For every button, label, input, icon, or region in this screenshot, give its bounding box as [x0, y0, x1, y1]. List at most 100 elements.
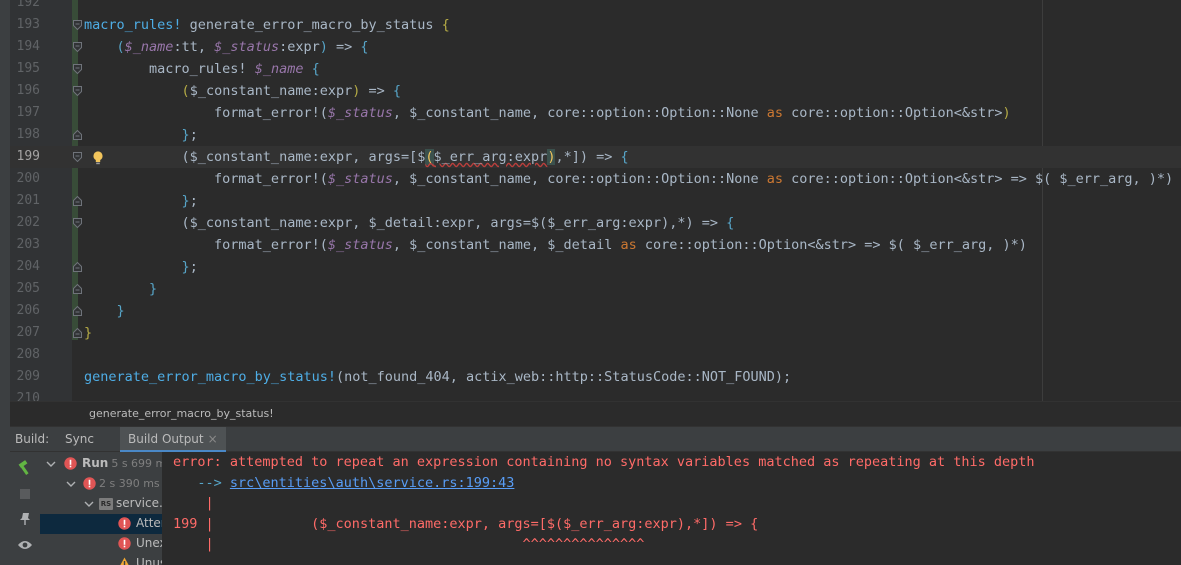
fold-close-icon[interactable]	[73, 306, 82, 316]
tree-item-error[interactable]: Unexpected	[40, 534, 162, 554]
code-line[interactable]: 197 format_error!($_status, $_constant_n…	[0, 102, 1181, 124]
code-line[interactable]: 205 }	[0, 278, 1181, 300]
code-text[interactable]: macro_rules! generate_error_macro_by_sta…	[84, 14, 450, 36]
code-line[interactable]: 209 generate_error_macro_by_status!(not_f…	[0, 366, 1181, 388]
stop-icon[interactable]	[15, 484, 35, 504]
rust-file-icon: RS	[99, 498, 113, 510]
code-text[interactable]: };	[84, 190, 198, 212]
line-number[interactable]: 200	[10, 168, 40, 190]
line-number[interactable]: 206	[10, 300, 40, 322]
code-line[interactable]: 208	[0, 344, 1181, 366]
code-text[interactable]: format_error!($_status, $_constant_name,…	[84, 168, 1173, 190]
fold-close-icon[interactable]	[73, 262, 82, 272]
line-number[interactable]: 202	[10, 212, 40, 234]
code-line[interactable]: 207}	[0, 322, 1181, 344]
line-number[interactable]: 205	[10, 278, 40, 300]
code-text[interactable]: ($_constant_name:expr, $_detail:expr, ar…	[84, 212, 735, 234]
tab-sync[interactable]: Sync	[57, 427, 102, 452]
code-line[interactable]: 196 ($_constant_name:expr) => {	[0, 80, 1181, 102]
code-line[interactable]: 199 ($_constant_name:expr, args=[$($_err…	[0, 146, 1181, 168]
code-line[interactable]: 203 format_error!($_status, $_constant_n…	[0, 234, 1181, 256]
code-line[interactable]: 206 }	[0, 300, 1181, 322]
build-console[interactable]: error: attempted to repeat an expression…	[162, 452, 1181, 565]
line-number[interactable]: 197	[10, 102, 40, 124]
line-number[interactable]: 210	[10, 388, 40, 401]
code-editor[interactable]: 192 193 macro_rules! generate_error_macro_…	[0, 0, 1181, 401]
code-line[interactable]: 193 macro_rules! generate_error_macro_by_…	[0, 14, 1181, 36]
chevron-down-icon[interactable]	[46, 459, 56, 469]
code-line[interactable]: 198 };	[0, 124, 1181, 146]
code-text[interactable]: ($_name:tt, $_status:expr) => {	[84, 36, 369, 58]
code-text[interactable]: ($_constant_name:expr, args=[$($_err_arg…	[84, 146, 629, 168]
code-line[interactable]: 194 ($_name:tt, $_status:expr) => {	[0, 36, 1181, 58]
breadcrumb-item[interactable]: generate_error_macro_by_status!	[89, 407, 274, 420]
line-number[interactable]: 203	[10, 234, 40, 256]
code-line[interactable]: 210	[0, 388, 1181, 401]
error-location-link[interactable]: src\entities\auth\service.rs:199:43	[230, 475, 514, 491]
code-text[interactable]: ($_constant_name:expr) => {	[84, 80, 402, 102]
line-number[interactable]: 192	[10, 0, 40, 14]
line-number[interactable]: 204	[10, 256, 40, 278]
hammer-icon[interactable]	[15, 458, 35, 478]
tree-item-run[interactable]: Run5 s 699 ms	[40, 454, 162, 474]
tab-build-output[interactable]: Build Output ×	[120, 427, 226, 452]
line-number[interactable]: 193	[10, 14, 40, 36]
chevron-down-icon[interactable]	[66, 479, 76, 489]
fold-open-icon[interactable]	[73, 20, 82, 30]
code-text[interactable]: generate_error_macro_by_status!(not_foun…	[84, 366, 791, 388]
fold-close-icon[interactable]	[73, 284, 82, 294]
fold-close-icon[interactable]	[73, 130, 82, 140]
code-line[interactable]: 202 ($_constant_name:expr, $_detail:expr…	[0, 212, 1181, 234]
line-number[interactable]: 194	[10, 36, 40, 58]
code-line[interactable]: 195 macro_rules! $_name {	[0, 58, 1181, 80]
code-text[interactable]: format_error!($_status, $_constant_name,…	[84, 234, 1027, 256]
line-number[interactable]: 209	[10, 366, 40, 388]
eye-icon[interactable]	[15, 535, 35, 555]
code-text[interactable]: format_error!($_status, $_constant_name,…	[84, 102, 1011, 124]
error-icon	[118, 517, 131, 530]
tree-item-compile[interactable]: 2 s 390 ms	[40, 474, 162, 494]
code-text[interactable]: }	[84, 300, 125, 322]
breadcrumb[interactable]: generate_error_macro_by_status!	[0, 401, 1181, 426]
fold-open-icon[interactable]	[73, 42, 82, 52]
code-line[interactable]: 204 };	[0, 256, 1181, 278]
line-number[interactable]: 207	[10, 322, 40, 344]
build-tree[interactable]: Run5 s 699 ms 2 s 390 ms RS service.rs A…	[40, 452, 162, 565]
line-number[interactable]: 208	[10, 344, 40, 366]
tree-item-label: Attempted	[136, 516, 162, 530]
code-text[interactable]: };	[84, 124, 198, 146]
warning-icon	[120, 557, 129, 565]
console-pipe: |	[173, 536, 214, 552]
code-text[interactable]: }	[84, 322, 92, 344]
tree-item-label: service.rs	[116, 496, 162, 510]
pin-icon[interactable]	[15, 509, 35, 529]
code-line[interactable]: 192	[0, 0, 1181, 14]
console-pipe: |	[173, 495, 214, 511]
chevron-down-icon[interactable]	[84, 499, 94, 509]
code-text[interactable]: macro_rules! $_name {	[84, 58, 320, 80]
close-icon[interactable]: ×	[208, 432, 218, 446]
fold-open-icon[interactable]	[73, 218, 82, 228]
tree-item-error-selected[interactable]: Attempted	[40, 514, 162, 534]
tree-item-warning[interactable]: Unused	[40, 554, 162, 565]
error-carets: ^^^^^^^^^^^^^^^	[213, 536, 645, 552]
tree-item-label: Run	[82, 456, 109, 470]
fold-open-icon[interactable]	[73, 64, 82, 74]
line-number[interactable]: 198	[10, 124, 40, 146]
fold-open-icon[interactable]	[73, 86, 82, 96]
code-line[interactable]: 200 format_error!($_status, $_constant_n…	[0, 168, 1181, 190]
line-number[interactable]: 199	[10, 146, 40, 168]
line-number[interactable]: 201	[10, 190, 40, 212]
code-text[interactable]: }	[84, 278, 157, 300]
tree-item-label: Unexpected	[136, 536, 162, 550]
fold-close-icon[interactable]	[73, 328, 82, 338]
error-icon	[64, 457, 77, 470]
fold-close-icon[interactable]	[73, 196, 82, 206]
code-line[interactable]: 201 };	[0, 190, 1181, 212]
tab-build-output-label: Build Output	[128, 432, 204, 446]
tree-item-file[interactable]: RS service.rs	[40, 494, 162, 514]
fold-open-icon[interactable]	[73, 152, 82, 162]
line-number[interactable]: 195	[10, 58, 40, 80]
line-number[interactable]: 196	[10, 80, 40, 102]
code-text[interactable]: };	[84, 256, 198, 278]
